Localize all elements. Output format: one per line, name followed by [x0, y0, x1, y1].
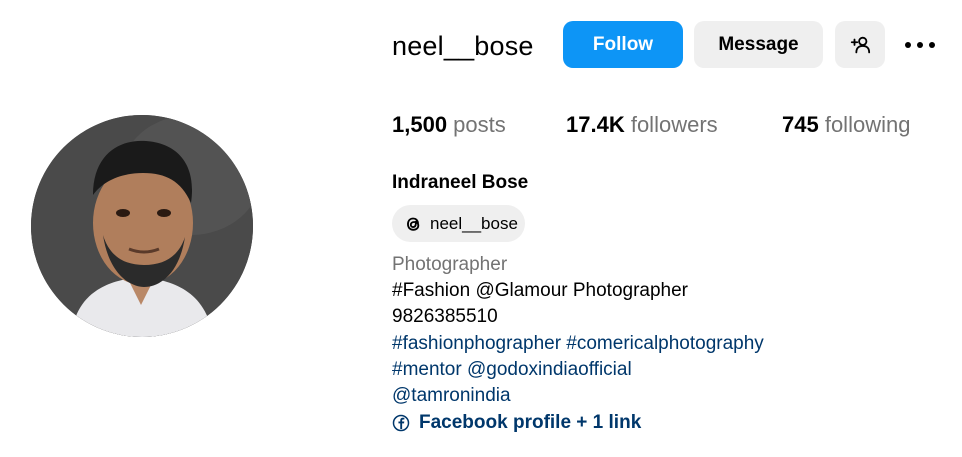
- threads-logo-icon: [407, 217, 420, 231]
- posts-count-value: 1,500: [392, 112, 448, 137]
- follow-button[interactable]: Follow: [563, 21, 683, 68]
- profile-username: neel__bose: [392, 31, 534, 61]
- bio-mention-link[interactable]: @tamronindia: [392, 383, 511, 409]
- avatar-photo: [31, 115, 253, 337]
- threads-badge[interactable]: neel__bose: [392, 205, 525, 242]
- followers-count-label: followers: [624, 112, 718, 137]
- posts-count: 1,500 posts: [392, 110, 506, 140]
- more-horizontal-icon: [902, 42, 938, 48]
- bio-hashtags-link[interactable]: #fashionphographer #comericalphotography: [392, 331, 764, 357]
- posts-count-label: posts: [447, 112, 506, 137]
- message-button[interactable]: Message: [694, 21, 823, 68]
- following-count-label: following: [818, 112, 911, 137]
- profile-category: Photographer: [392, 254, 508, 275]
- threads-handle: neel__bose: [430, 213, 518, 233]
- add-person-icon: [850, 36, 871, 53]
- profile-avatar[interactable]: [31, 115, 253, 337]
- followers-link[interactable]: 17.4K followers: [566, 110, 718, 140]
- profile-full-name: Indraneel Bose: [392, 172, 529, 193]
- facebook-icon: [392, 414, 410, 432]
- followers-count-value: 17.4K: [566, 112, 625, 137]
- bio-text-line: #Fashion @Glamour Photographer: [392, 280, 689, 301]
- more-options-button[interactable]: [900, 32, 940, 58]
- external-links-button[interactable]: Facebook profile + 1 link: [392, 410, 641, 436]
- bio-mentions-link[interactable]: #mentor @godoxindiaofficial: [392, 357, 632, 383]
- following-count-value: 745: [782, 112, 819, 137]
- external-links-label: Facebook profile + 1 link: [419, 412, 642, 433]
- following-link[interactable]: 745 following: [782, 110, 910, 140]
- suggested-accounts-button[interactable]: [835, 21, 885, 68]
- bio-phone-number: 9826385510: [392, 306, 498, 327]
